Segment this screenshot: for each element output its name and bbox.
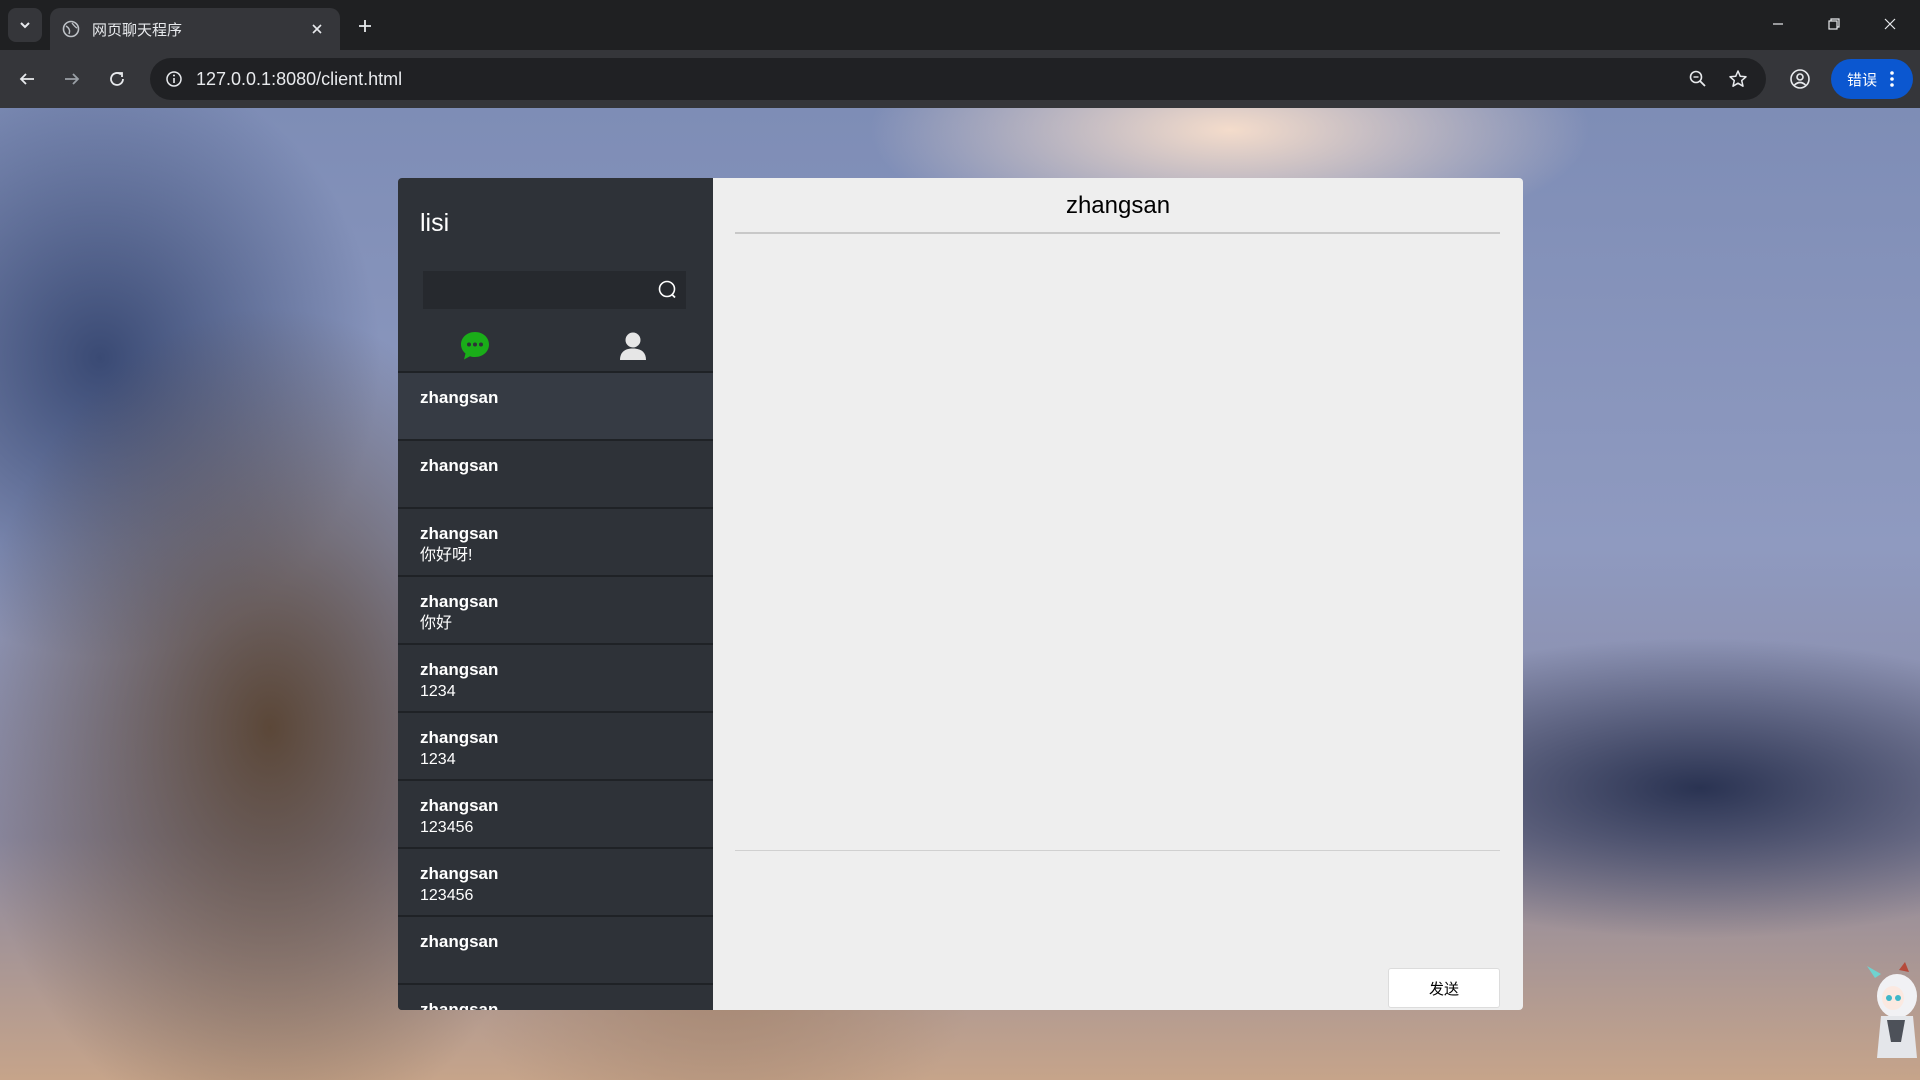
plus-icon	[359, 20, 371, 32]
session-last-message: 你好呀!	[420, 547, 473, 564]
chat-panel: zhangsan 发送	[713, 178, 1523, 1010]
more-vert-icon	[1885, 67, 1899, 91]
arrow-right-icon	[65, 73, 80, 85]
chevron-down-icon	[20, 22, 30, 29]
address-bar[interactable]: 127.0.0.1:8080/client.html	[150, 58, 1766, 100]
session-last-message: 123456	[420, 819, 474, 836]
zoom-out-icon[interactable]	[1686, 67, 1710, 91]
session-name: zhangsan	[420, 796, 499, 815]
user-icon	[620, 332, 646, 360]
chat-title: zhangsan	[1065, 192, 1171, 219]
search-icon	[658, 280, 676, 299]
list-item[interactable]: zhangsan	[398, 915, 713, 983]
list-item[interactable]: zhangsan	[398, 983, 713, 1010]
list-item[interactable]: zhangsan	[398, 439, 713, 507]
reload-icon	[110, 72, 124, 86]
tab-contacts[interactable]	[608, 321, 658, 371]
session-name: zhangsan	[420, 728, 499, 747]
list-item[interactable]: zhangsan 1234	[398, 711, 713, 779]
send-button[interactable]: 发送	[1388, 968, 1500, 1008]
error-label: 错误	[1847, 71, 1878, 89]
globe-icon	[62, 20, 80, 38]
session-last-message: 你好	[420, 615, 453, 632]
chat-window: lisi zhangsan zhangsan zhangsan 你好呀! zha…	[398, 178, 1523, 1010]
reload-button[interactable]	[101, 63, 133, 95]
session-last-message: 123456	[420, 887, 474, 904]
session-name: zhangsan	[420, 524, 499, 543]
minimize-button[interactable]	[1750, 0, 1806, 48]
sidebar: lisi zhangsan zhangsan zhangsan 你好呀! zha…	[398, 178, 713, 1010]
search-input[interactable]	[423, 271, 645, 309]
sidebar-tabs	[398, 321, 713, 371]
url-text[interactable]: 127.0.0.1:8080/client.html	[196, 69, 402, 90]
search-button[interactable]	[648, 271, 686, 309]
info-icon[interactable]	[160, 65, 188, 93]
forward-button[interactable]	[56, 63, 88, 95]
list-item[interactable]: zhangsan 123456	[398, 847, 713, 915]
chat-bubble-icon	[461, 332, 489, 360]
session-name: zhangsan	[420, 456, 499, 475]
session-name: zhangsan	[420, 660, 499, 679]
error-button[interactable]: 错误	[1831, 59, 1913, 99]
mascot-image[interactable]	[1865, 958, 1920, 1058]
session-name: zhangsan	[420, 1000, 499, 1010]
new-tab-button[interactable]	[350, 11, 380, 41]
session-name: zhangsan	[420, 932, 499, 951]
session-last-message: 1234	[420, 751, 456, 768]
browser-toolbar: 127.0.0.1:8080/client.html 错误	[0, 50, 1920, 108]
restore-button[interactable]	[1806, 0, 1862, 48]
session-name: zhangsan	[420, 388, 499, 407]
current-username: lisi	[420, 209, 450, 237]
session-list: zhangsan zhangsan zhangsan 你好呀! zhangsan…	[398, 371, 713, 1010]
list-item[interactable]: zhangsan 1234	[398, 643, 713, 711]
title-divider	[735, 232, 1500, 234]
tab-sessions[interactable]	[450, 321, 500, 371]
close-window-button[interactable]	[1862, 0, 1918, 48]
search-box	[423, 271, 686, 309]
minimize-icon	[1773, 23, 1783, 25]
session-last-message: 1234	[420, 683, 456, 700]
profile-icon	[1790, 69, 1810, 89]
tab-search-button[interactable]	[8, 8, 42, 42]
star-icon[interactable]	[1726, 67, 1750, 91]
message-input[interactable]	[735, 854, 1500, 946]
back-button[interactable]	[11, 63, 43, 95]
list-item[interactable]: zhangsan 123456	[398, 779, 713, 847]
list-item[interactable]: zhangsan	[398, 371, 713, 439]
session-name: zhangsan	[420, 864, 499, 883]
tab-title: 网页聊天程序	[92, 21, 183, 39]
close-icon[interactable]	[306, 18, 328, 40]
message-area[interactable]	[735, 236, 1500, 794]
profile-button[interactable]	[1784, 63, 1816, 95]
list-item[interactable]: zhangsan 你好	[398, 575, 713, 643]
page-background: lisi zhangsan zhangsan zhangsan 你好呀! zha…	[0, 108, 1920, 1080]
tab-strip: 网页聊天程序	[0, 0, 1920, 50]
browser-tab[interactable]: 网页聊天程序	[50, 8, 340, 50]
restore-icon	[1828, 18, 1840, 30]
session-name: zhangsan	[420, 592, 499, 611]
arrow-left-icon	[19, 73, 34, 85]
list-item[interactable]: zhangsan 你好呀!	[398, 507, 713, 575]
close-icon	[1884, 18, 1896, 30]
compose-divider	[735, 850, 1500, 851]
